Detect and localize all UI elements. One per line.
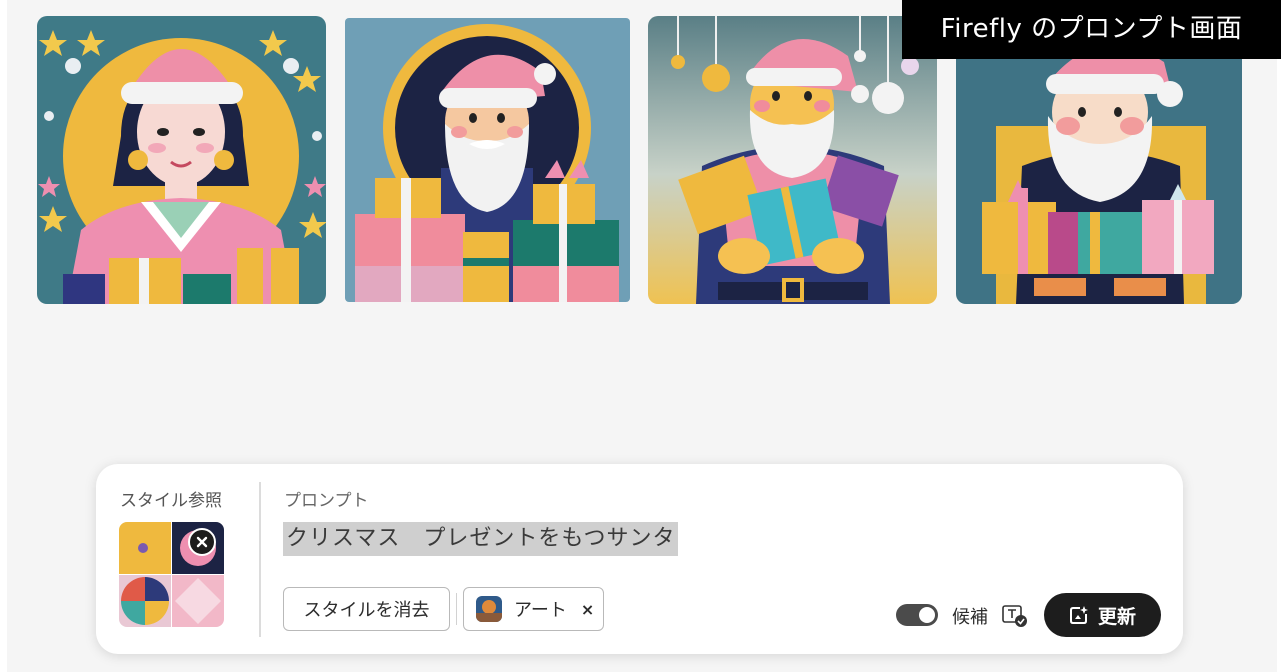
panel-divider <box>259 482 261 637</box>
update-button[interactable]: 更新 <box>1044 593 1161 637</box>
toggle-knob <box>919 607 935 623</box>
prompt-label: プロンプト <box>284 491 369 511</box>
suggestions-toggle[interactable] <box>896 604 938 626</box>
art-style-chip[interactable]: アート × <box>463 587 604 631</box>
generated-image-3[interactable] <box>648 16 937 304</box>
generated-image-1[interactable] <box>37 16 326 304</box>
art-style-icon <box>476 596 502 622</box>
art-chip-close-icon[interactable]: × <box>581 600 594 619</box>
remove-style-button[interactable] <box>188 528 216 556</box>
art-style-label: アート <box>514 600 567 621</box>
page-caption: Firefly のプロンプト画面 <box>902 0 1281 59</box>
clear-style-button[interactable]: スタイルを消去 <box>283 587 450 631</box>
style-reference-label: スタイル参照 <box>120 491 222 511</box>
button-separator <box>456 593 457 625</box>
sparkle-image-icon <box>1069 606 1088 624</box>
prompt-input[interactable]: クリスマス プレゼントをもつサンタ <box>283 522 679 556</box>
prompt-panel: スタイル参照 プロンプト クリスマス プレゼントをもつサンタ スタイルを消去 ア… <box>96 464 1183 654</box>
generated-image-2[interactable] <box>345 18 630 302</box>
text-check-icon[interactable] <box>1002 604 1028 628</box>
update-label: 更新 <box>1097 605 1136 628</box>
close-icon <box>196 536 208 548</box>
generated-image-4[interactable] <box>956 16 1242 304</box>
suggestions-label: 候補 <box>952 607 988 628</box>
